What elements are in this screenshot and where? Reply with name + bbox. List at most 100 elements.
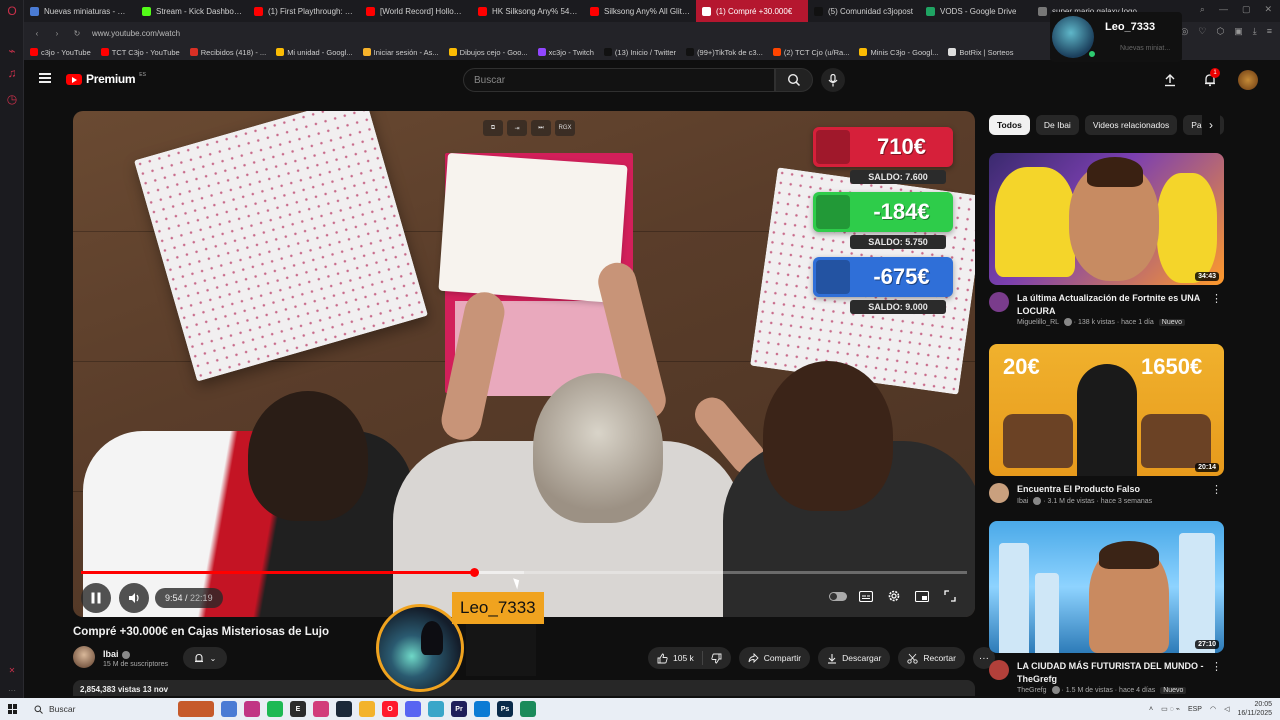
language-indicator[interactable]: ESP <box>1188 706 1202 713</box>
messenger-icon[interactable]: ⌁ <box>5 44 19 58</box>
share-button[interactable]: Compartir <box>738 647 811 669</box>
video-title[interactable]: La última Actualización de Fortnite es U… <box>1017 292 1207 317</box>
bookmark-item[interactable]: BotRix | Sorteos <box>948 48 1013 57</box>
upload-button[interactable] <box>1158 68 1182 92</box>
miniplayer-button[interactable] <box>913 587 931 605</box>
browser-tab[interactable]: (5) Comunidad c3jopost <box>808 0 920 22</box>
clip-button[interactable]: Recortar <box>898 647 965 669</box>
pause-button[interactable] <box>81 583 111 613</box>
bookmark-item[interactable]: Recibidos (418) - ... <box>189 48 266 57</box>
browser-tab-active[interactable]: (1) Compré +30.000€ <box>696 0 808 22</box>
channel-avatar[interactable] <box>73 646 95 668</box>
bookmark-item[interactable]: (99+)TikTok de c3... <box>686 48 763 57</box>
video-thumbnail[interactable]: 27:10 <box>989 521 1224 653</box>
hamburger-menu-icon[interactable] <box>39 73 51 83</box>
browser-tab[interactable]: Silksong Any% All Glitche <box>584 0 696 22</box>
maximize-icon[interactable]: ▢ <box>1242 4 1251 15</box>
channel-name[interactable]: Ibai <box>1017 498 1028 505</box>
bookmark-item[interactable]: Mi unidad - Googl... <box>276 48 353 57</box>
filter-chip[interactable]: Todos <box>989 115 1030 135</box>
recommendation-card[interactable]: 34:43 La última Actualización de Fortnit… <box>989 153 1224 338</box>
search-input[interactable] <box>474 74 774 86</box>
steam-icon[interactable] <box>336 701 352 717</box>
bookmark-item[interactable]: Iniciar sesión - As... <box>362 48 439 57</box>
progress-bar[interactable] <box>81 568 967 577</box>
browser-tab[interactable]: HK Silksong Any% 54:11 <box>472 0 584 22</box>
browser-tab[interactable]: Stream - Kick Dashboard <box>136 0 248 22</box>
channel-avatar[interactable] <box>989 483 1009 503</box>
search-button[interactable] <box>775 68 813 92</box>
channel-avatar[interactable] <box>989 660 1009 680</box>
browser-tab[interactable]: [World Record] Hollow K <box>360 0 472 22</box>
filter-chip[interactable]: Videos relacionados <box>1084 115 1178 135</box>
file-explorer-icon[interactable] <box>359 701 375 717</box>
close-icon[interactable]: ✕ <box>1264 4 1272 15</box>
kebab-menu-icon[interactable]: ⋮ <box>1211 292 1222 305</box>
more-icon[interactable]: ✕ <box>5 664 19 678</box>
kebab-menu-icon[interactable]: ⋮ <box>1211 660 1222 673</box>
channel-name[interactable]: Miguelillo_RL <box>1017 319 1059 326</box>
heart-icon[interactable]: ♡ <box>1198 26 1206 37</box>
recommendation-card[interactable]: 27:10 LA CIUDAD MÁS FUTURISTA DEL MUNDO … <box>989 521 1224 706</box>
chevron-right-icon[interactable]: › <box>1202 115 1220 135</box>
filter-chip[interactable]: De Ibai <box>1035 115 1079 135</box>
autoplay-toggle[interactable] <box>829 587 847 605</box>
voice-search-button[interactable] <box>821 68 845 92</box>
youtube-premium-logo[interactable]: Premium ES <box>66 72 146 86</box>
start-button[interactable] <box>0 704 26 714</box>
video-player[interactable]: ⧉ ⇥ ⏭ RGX 710€ SALDO: 7.600 -184€ SALDO: 5.… <box>73 111 975 617</box>
music-icon[interactable]: ♫ <box>5 66 19 80</box>
back-icon[interactable]: ‹ <box>32 29 42 38</box>
copilot-icon[interactable] <box>221 701 237 717</box>
clock[interactable]: 20:05 16/11/2025 <box>1237 700 1272 718</box>
menu-lines-icon[interactable]: ≡ <box>1267 26 1272 37</box>
settings-button[interactable] <box>885 587 903 605</box>
browser-tab[interactable]: VODS - Google Drive <box>920 0 1032 22</box>
tray-arrow-icon[interactable]: ˄ <box>1149 706 1153 713</box>
dislike-button[interactable] <box>703 653 731 664</box>
opera-icon[interactable]: O <box>382 701 398 717</box>
download-icon[interactable]: ⤓ <box>1253 26 1257 37</box>
taskbar-search[interactable]: Buscar <box>26 701 146 717</box>
video-title[interactable]: Encuentra El Producto Falso <box>1017 483 1207 496</box>
channel-name-wrap[interactable]: Ibai <box>103 649 130 659</box>
bookmark-item[interactable]: xc3jo - Twitch <box>537 48 594 57</box>
bookmark-item[interactable]: Minis C3jo - Googl... <box>859 48 938 57</box>
app-icon[interactable] <box>428 701 444 717</box>
enter-icon[interactable]: ⇥ <box>507 120 527 136</box>
download-button[interactable]: Descargar <box>818 647 891 669</box>
skip-icon[interactable]: ⏭ <box>531 120 551 136</box>
copy-icon[interactable]: ⧉ <box>483 120 503 136</box>
extensions-icon[interactable]: ⬡ <box>1216 26 1224 37</box>
account-avatar[interactable] <box>1238 70 1258 90</box>
browser-tab[interactable]: (1) First Playthrough: TAS <box>248 0 360 22</box>
app-icon[interactable] <box>520 701 536 717</box>
search-tabs-icon[interactable]: ⌕ <box>1200 4 1205 15</box>
like-button[interactable]: 105 k <box>648 651 703 665</box>
minimize-icon[interactable]: — <box>1219 4 1228 15</box>
url-field[interactable]: www.youtube.com/watch <box>92 29 180 38</box>
app-icon[interactable] <box>313 701 329 717</box>
channel-avatar[interactable] <box>989 292 1009 312</box>
instagram-icon[interactable] <box>244 701 260 717</box>
spotify-icon[interactable] <box>267 701 283 717</box>
volume-button[interactable] <box>119 583 149 613</box>
video-title[interactable]: LA CIUDAD MÁS FUTURISTA DEL MUNDO - TheG… <box>1017 660 1207 685</box>
kebab-menu-icon[interactable]: ⋮ <box>1211 483 1222 496</box>
rgx-button[interactable]: RGX <box>555 120 575 136</box>
volume-icon[interactable]: ◁ <box>1224 705 1229 713</box>
reload-icon[interactable]: ↻ <box>72 29 82 38</box>
bookmark-item[interactable]: TCT C3jo - YouTube <box>100 48 180 57</box>
premiere-icon[interactable]: Pr <box>451 701 467 717</box>
chat-bubble-overlay[interactable]: Leo_7333 Nuevas miniat... <box>1050 12 1182 62</box>
description-box[interactable]: 2,854,383 vistas 13 nov <box>73 680 975 696</box>
bookmark-item[interactable]: Dibujos cejo - Goo... <box>448 48 528 57</box>
recommendation-card[interactable]: 20€ 1650€ 20:14 Encuentra El Producto Fa… <box>989 344 1224 529</box>
bookmark-item[interactable]: (13) Inicio / Twitter <box>603 48 676 57</box>
box-icon[interactable]: ▣ <box>1234 26 1243 37</box>
video-thumbnail[interactable]: 20€ 1650€ 20:14 <box>989 344 1224 476</box>
wifi-icon[interactable]: ◠ <box>1210 705 1216 713</box>
subtitles-button[interactable] <box>857 587 875 605</box>
channel-name[interactable]: TheGrefg <box>1017 687 1047 694</box>
photoshop-icon[interactable]: Ps <box>497 701 513 717</box>
